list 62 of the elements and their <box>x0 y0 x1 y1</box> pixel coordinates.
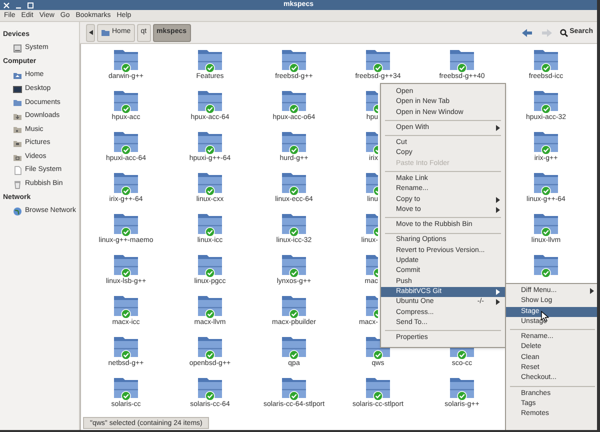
document-icon <box>13 166 22 176</box>
folder-icon <box>449 47 475 72</box>
folder-icon <box>197 170 223 195</box>
folder-icon <box>113 88 139 113</box>
folder-icon <box>281 293 307 318</box>
folder-icon <box>197 211 223 236</box>
folder-icon <box>197 47 223 72</box>
folder-icon <box>281 252 307 277</box>
folder-icon <box>13 139 22 148</box>
back-arrow-icon[interactable] <box>522 28 532 36</box>
folder-icon <box>113 129 139 154</box>
folder-icon <box>365 47 391 72</box>
folder-icon <box>533 47 559 72</box>
folder-icon <box>113 293 139 318</box>
folder-icon <box>13 152 22 162</box>
submenu-arrow-icon <box>496 125 500 132</box>
folder-icon <box>281 334 307 359</box>
folder-icon <box>365 252 378 277</box>
globe-icon <box>13 207 22 216</box>
folder-icon <box>281 88 307 113</box>
folder-icon <box>197 129 223 154</box>
folder-icon <box>113 375 139 400</box>
folder-icon <box>365 293 378 318</box>
folder-icon <box>281 47 307 72</box>
trash-icon <box>13 180 22 189</box>
folder-icon <box>197 88 223 113</box>
folder-icon <box>113 211 139 236</box>
folder-icon <box>197 334 223 359</box>
folder-icon <box>281 170 307 195</box>
folder-icon <box>13 98 22 108</box>
folder-icon <box>533 129 559 154</box>
folder-icon <box>449 375 475 400</box>
folder-icon <box>13 125 22 134</box>
folder-icon <box>197 375 223 400</box>
folder-icon <box>281 375 307 400</box>
folder-icon <box>113 252 139 277</box>
caret-left-icon <box>88 30 92 35</box>
folder-icon <box>13 112 22 121</box>
close-icon[interactable] <box>3 2 10 8</box>
folder-icon <box>281 129 307 154</box>
folder-icon <box>533 211 559 236</box>
scroll-left-button[interactable] <box>86 24 95 42</box>
folder-icon <box>533 170 559 195</box>
folder-icon <box>113 170 139 195</box>
folder-icon <box>365 170 378 195</box>
folder-icon <box>197 252 223 277</box>
home-folder-icon <box>101 28 110 37</box>
maximize-icon[interactable] <box>27 2 34 8</box>
folder-icon <box>365 88 378 113</box>
home-folder-icon <box>13 71 22 80</box>
search-icon <box>560 28 568 36</box>
folder-icon <box>113 47 139 72</box>
folder-icon <box>533 88 559 113</box>
submenu-arrow-icon <box>590 288 594 294</box>
folder-icon <box>113 334 139 359</box>
folder-icon <box>365 211 378 236</box>
folder-icon <box>197 293 223 318</box>
folder-icon <box>365 129 378 154</box>
folder-icon <box>281 211 307 236</box>
monitor-icon <box>13 84 22 94</box>
folder-icon <box>365 375 391 400</box>
drive-icon <box>13 44 22 53</box>
